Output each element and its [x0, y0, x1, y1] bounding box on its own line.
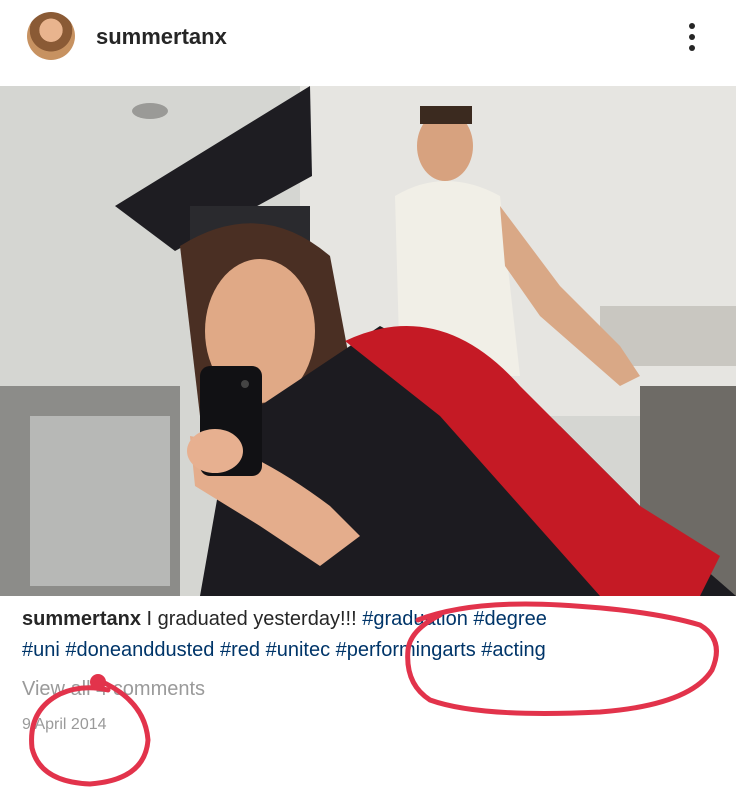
caption-text: I graduated yesterday!!! [146, 608, 357, 630]
caption-line-1: summertanx I graduated yesterday!!! #gra… [22, 604, 722, 634]
post-photo[interactable] [0, 86, 736, 596]
hashtag[interactable]: #uni [22, 639, 60, 661]
more-vertical-icon[interactable] [680, 18, 704, 56]
post-header: summertanx [0, 0, 736, 86]
hashtag[interactable]: #doneanddusted [65, 639, 214, 661]
hashtag[interactable]: #acting [481, 639, 546, 661]
post-caption: summertanx I graduated yesterday!!! #gra… [22, 604, 722, 666]
hashtag[interactable]: #red [220, 639, 260, 661]
hashtag[interactable]: #graduation [362, 608, 468, 630]
caption-line-2: #uni #doneanddusted #red #unitec #perfor… [22, 634, 722, 666]
hashtag[interactable]: #unitec [266, 639, 331, 661]
view-comments-link[interactable]: View all 4 comments [22, 678, 205, 701]
post-username[interactable]: summertanx [96, 24, 227, 50]
caption-username[interactable]: summertanx [22, 608, 141, 630]
hashtag[interactable]: #degree [473, 608, 546, 630]
user-avatar[interactable] [27, 12, 75, 60]
hashtag[interactable]: #performingarts [336, 639, 476, 661]
post-date: 9 April 2014 [22, 716, 107, 733]
